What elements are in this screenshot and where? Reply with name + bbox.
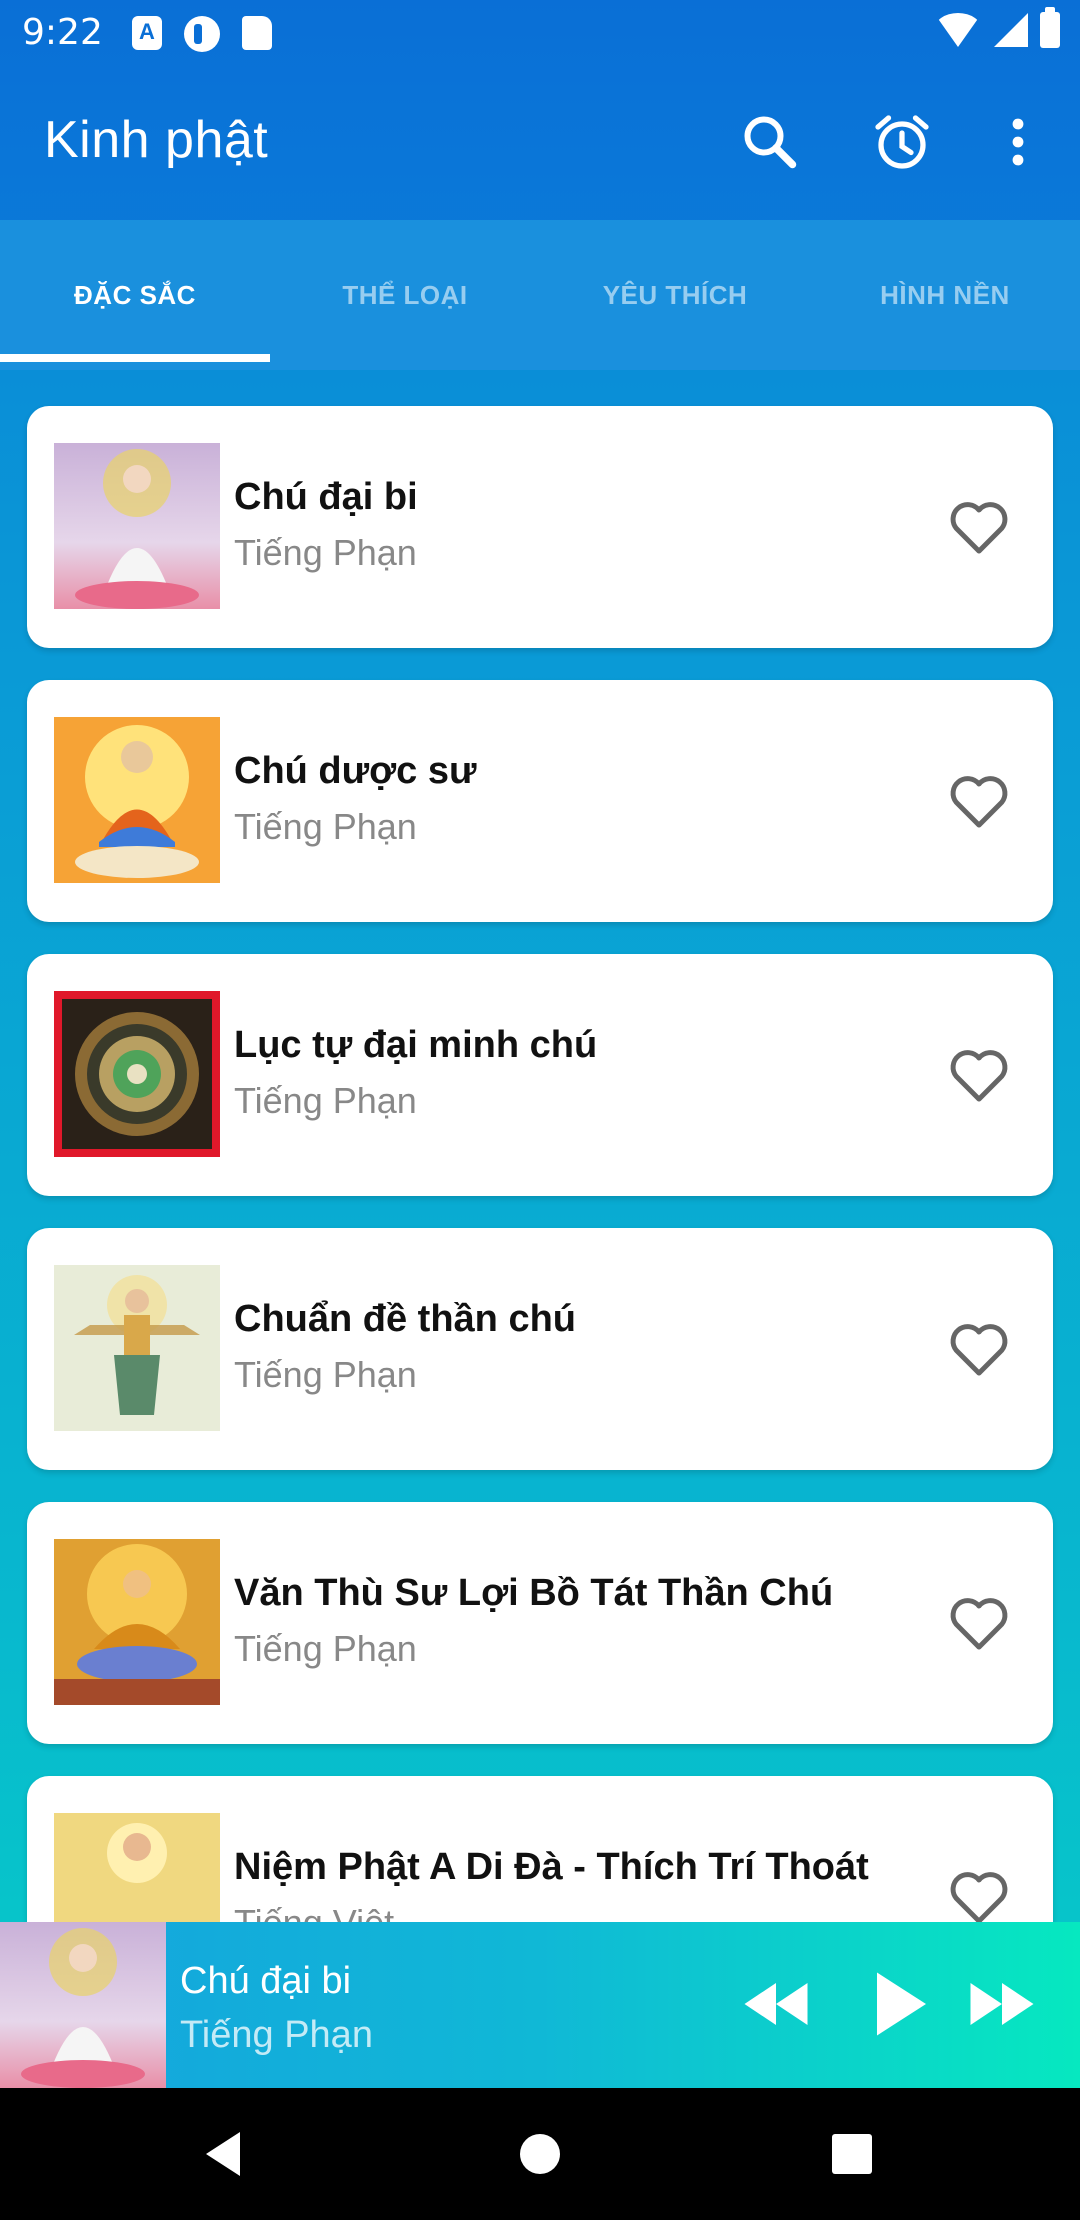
tab-featured[interactable]: ĐẶC SẮC xyxy=(0,220,270,370)
alarm-button[interactable] xyxy=(866,106,938,178)
player-thumbnail xyxy=(0,1922,166,2088)
item-subtitle: Tiếng Phạn xyxy=(234,806,417,847)
system-nav-bar xyxy=(0,2088,1080,2220)
rewind-icon xyxy=(744,1983,808,2025)
item-title: Lục tự đại minh chú xyxy=(234,1024,598,1066)
list-item[interactable]: Chú dược sư Tiếng Phạn xyxy=(27,680,1053,922)
alarm-icon xyxy=(875,115,929,169)
item-title: Chú đại bi xyxy=(234,476,418,518)
item-thumbnail xyxy=(54,1813,220,1922)
heart-outline-icon xyxy=(950,1872,1008,1922)
recents-square-icon xyxy=(832,2134,872,2174)
more-options-button[interactable] xyxy=(982,106,1054,178)
player-subtitle: Tiếng Phạn xyxy=(180,2014,373,2056)
item-thumbnail xyxy=(54,443,220,609)
heart-outline-icon xyxy=(950,502,1008,554)
favorite-button[interactable] xyxy=(945,1589,1013,1657)
back-triangle-icon xyxy=(206,2132,240,2176)
item-subtitle: Tiếng Phạn xyxy=(234,1628,417,1669)
item-title: Chú dược sư xyxy=(234,750,477,792)
player-title: Chú đại bi xyxy=(180,1960,352,2002)
list-item[interactable]: Niệm Phật A Di Đà - Thích Trí Thoát Tiến… xyxy=(27,1776,1053,1922)
nav-recents-button[interactable] xyxy=(822,2124,882,2184)
tab-wallpapers[interactable]: HÌNH NỀN xyxy=(810,220,1080,370)
status-time: 9:22 xyxy=(22,12,103,53)
tab-bar: ĐẶC SẮC THỂ LOẠI YÊU THÍCH HÌNH NỀN xyxy=(0,220,1080,370)
more-vert-icon xyxy=(1012,118,1024,166)
item-subtitle: Tiếng Phạn xyxy=(234,532,417,573)
toolbar: Kinh phật xyxy=(0,66,1080,220)
list-item[interactable]: Văn Thù Sư Lợi Bồ Tát Thần Chú Tiếng Phạ… xyxy=(27,1502,1053,1744)
fast-forward-button[interactable] xyxy=(960,1962,1044,2046)
nav-back-button[interactable] xyxy=(196,2124,256,2184)
favorite-button[interactable] xyxy=(945,1863,1013,1922)
sd-card-icon xyxy=(242,16,272,50)
heart-outline-icon xyxy=(950,1598,1008,1650)
status-bar: 9:22 xyxy=(0,0,1080,66)
wifi-icon xyxy=(934,13,982,47)
notification-p-icon xyxy=(184,16,220,52)
item-subtitle: Tiếng Phạn xyxy=(234,1354,417,1395)
favorite-button[interactable] xyxy=(945,1041,1013,1109)
item-thumbnail xyxy=(54,991,220,1157)
item-thumbnail xyxy=(54,717,220,883)
app-header: 9:22 Kinh phật xyxy=(0,0,1080,370)
favorite-button[interactable] xyxy=(945,1315,1013,1383)
list-item[interactable]: Chú đại bi Tiếng Phạn xyxy=(27,406,1053,648)
heart-outline-icon xyxy=(950,1050,1008,1102)
rewind-button[interactable] xyxy=(734,1962,818,2046)
item-subtitle: Tiếng Việt xyxy=(234,1902,394,1922)
search-icon xyxy=(744,116,797,169)
tab-indicator xyxy=(0,354,270,362)
favorite-button[interactable] xyxy=(945,767,1013,835)
list-item[interactable]: Lục tự đại minh chú Tiếng Phạn xyxy=(27,954,1053,1196)
nav-home-button[interactable] xyxy=(510,2124,570,2184)
search-button[interactable] xyxy=(734,106,806,178)
item-subtitle: Tiếng Phạn xyxy=(234,1080,417,1121)
item-thumbnail xyxy=(54,1265,220,1431)
fast-forward-icon xyxy=(970,1983,1034,2025)
system-icons xyxy=(934,7,1060,48)
item-title: Văn Thù Sư Lợi Bồ Tát Thần Chú xyxy=(234,1572,834,1614)
play-icon xyxy=(877,1972,926,2036)
play-button[interactable] xyxy=(856,1962,940,2046)
signal-icon xyxy=(994,13,1028,47)
chant-list[interactable]: Chú đại bi Tiếng Phạn Chú dược sư Tiếng … xyxy=(0,370,1080,1922)
favorite-button[interactable] xyxy=(945,493,1013,561)
item-title: Niệm Phật A Di Đà - Thích Trí Thoát xyxy=(234,1846,869,1888)
tab-favorites[interactable]: YÊU THÍCH xyxy=(540,220,810,370)
mini-player[interactable]: Chú đại bi Tiếng Phạn xyxy=(0,1922,1080,2088)
heart-outline-icon xyxy=(950,1324,1008,1376)
app-title: Kinh phật xyxy=(44,111,269,169)
battery-icon xyxy=(1040,7,1060,48)
notification-icons xyxy=(132,16,272,52)
item-thumbnail xyxy=(54,1539,220,1705)
heart-outline-icon xyxy=(950,776,1008,828)
home-circle-icon xyxy=(520,2134,560,2174)
list-item[interactable]: Chuẩn đề thần chú Tiếng Phạn xyxy=(27,1228,1053,1470)
tab-categories[interactable]: THỂ LOẠI xyxy=(270,220,540,370)
item-title: Chuẩn đề thần chú xyxy=(234,1298,576,1340)
app-store-icon xyxy=(132,16,162,50)
